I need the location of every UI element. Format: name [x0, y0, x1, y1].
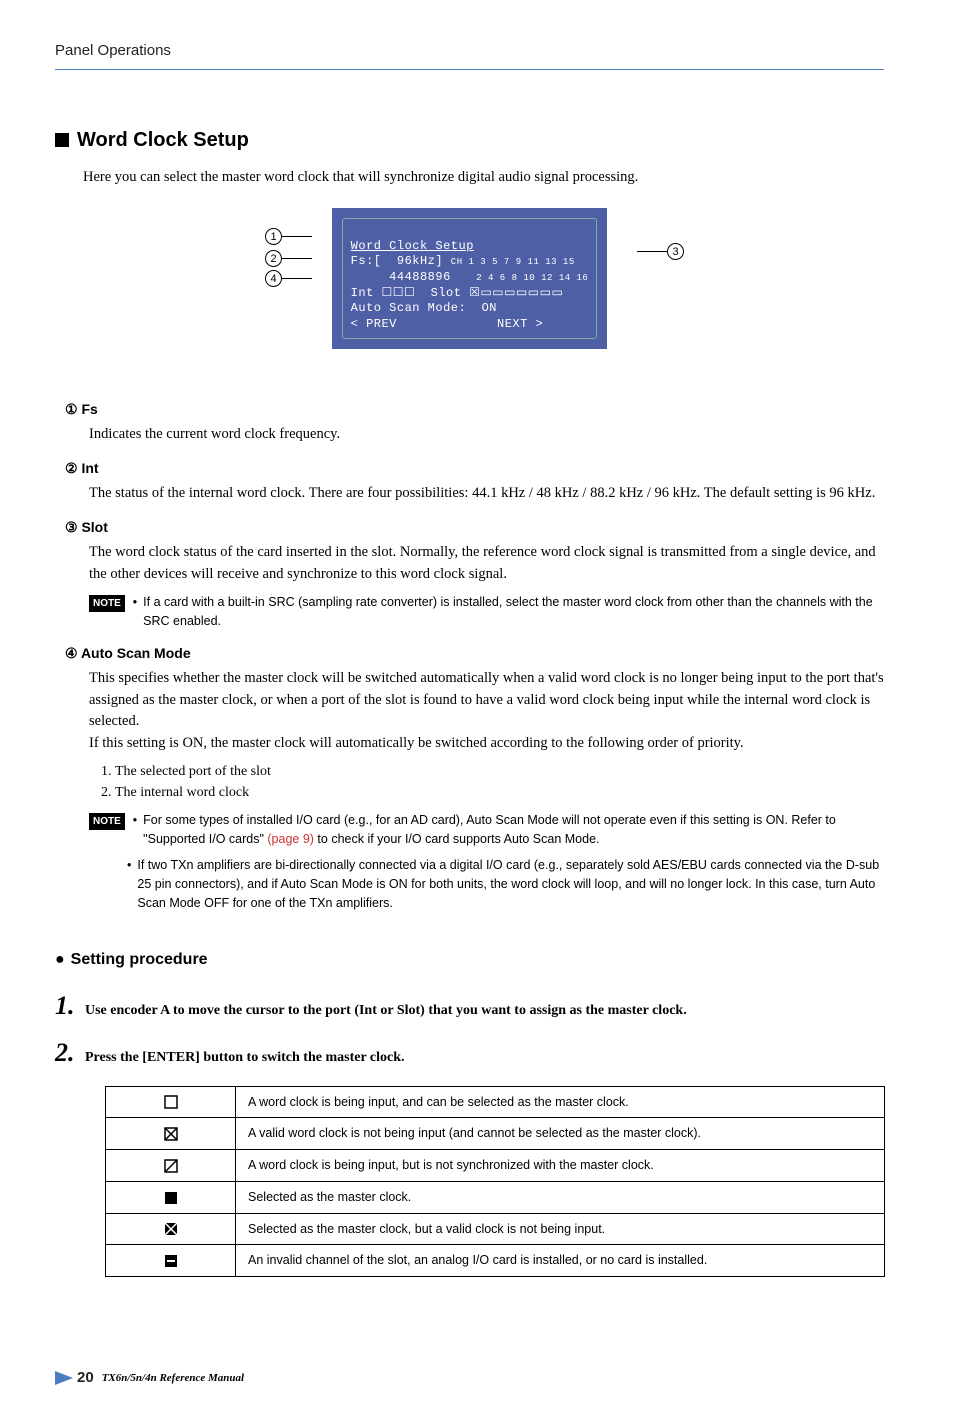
- lcd-ch-top: CH 1 3 5 7 9 11 13 15: [451, 257, 575, 267]
- callout-3-icon: 3: [667, 243, 684, 260]
- footer-marker-icon: [55, 1371, 73, 1385]
- table-row: Selected as the master clock, but a vali…: [106, 1213, 885, 1245]
- bullet-icon: •: [133, 593, 137, 612]
- lcd-title: Word Clock Setup: [351, 239, 474, 253]
- slot-body: The word clock status of the card insert…: [89, 542, 884, 586]
- table-row: Selected as the master clock.: [106, 1181, 885, 1213]
- legend-icon-fill-dash: [106, 1245, 236, 1277]
- step-1-text: Use encoder A to move the cursor to the …: [85, 1000, 687, 1021]
- procedure-heading: ● Setting procedure: [55, 948, 884, 972]
- box-diag-icon: [164, 1159, 178, 1173]
- asm-body2: If this setting is ON, the master clock …: [89, 733, 884, 755]
- slot-note-text: If a card with a built-in SRC (sampling …: [143, 593, 884, 631]
- page-9-link[interactable]: (page 9): [267, 832, 314, 846]
- step-2-text: Press the [ENTER] button to switch the m…: [85, 1047, 405, 1068]
- square-bullet-icon: [55, 133, 69, 147]
- note-tag-icon: NOTE: [89, 813, 125, 830]
- int-label: Int: [81, 460, 98, 476]
- bullet-icon: •: [127, 856, 131, 875]
- legend-icon-x: [106, 1118, 236, 1150]
- asm-note-a: NOTE • For some types of installed I/O c…: [89, 811, 884, 849]
- int-body: The status of the internal word clock. T…: [89, 483, 884, 505]
- footer-reference: TX6n/5n/4n Reference Manual: [102, 1370, 244, 1387]
- lcd-prev: < PREV: [351, 317, 397, 331]
- legend-icon-empty: [106, 1086, 236, 1118]
- legend-table: A word clock is being input, and can be …: [105, 1086, 885, 1278]
- box-fill-dash-icon: [164, 1254, 178, 1268]
- table-row: A word clock is being input, but is not …: [106, 1150, 885, 1182]
- section-heading: Word Clock Setup: [55, 125, 884, 155]
- legend-icon-diag: [106, 1150, 236, 1182]
- dot-icon: ●: [55, 951, 65, 968]
- step-2-number: 2.: [55, 1033, 85, 1072]
- page-header-title: Panel Operations: [55, 40, 884, 63]
- int-number: ②: [65, 460, 78, 476]
- item-slot: ③ Slot The word clock status of the card…: [65, 517, 884, 631]
- bullet-icon: •: [133, 811, 137, 830]
- legend-desc: Selected as the master clock, but a vali…: [236, 1213, 885, 1245]
- box-fill-x-icon: [164, 1222, 178, 1236]
- legend-desc: Selected as the master clock.: [236, 1181, 885, 1213]
- lcd-slot-row: Slot ☒▭▭▭▭▭▭▭: [431, 286, 564, 300]
- procedure-title: Setting procedure: [71, 951, 208, 968]
- legend-desc: A valid word clock is not being input (a…: [236, 1118, 885, 1150]
- item-auto-scan: ④ Auto Scan Mode This specifies whether …: [65, 643, 884, 913]
- footer-page-number: 20: [77, 1367, 94, 1390]
- callout-4-icon: 4: [265, 270, 282, 287]
- callout-2-icon: 2: [265, 250, 282, 267]
- item-int: ② Int The status of the internal word cl…: [65, 458, 884, 505]
- lcd-fs-row: Fs:[ 96kHz]: [351, 254, 443, 268]
- asm-label: Auto Scan Mode: [81, 645, 191, 661]
- fs-body: Indicates the current word clock frequen…: [89, 424, 884, 446]
- fs-number: ①: [65, 401, 78, 417]
- slot-label: Slot: [81, 519, 107, 535]
- step-2: 2. Press the [ENTER] button to switch th…: [55, 1033, 884, 1072]
- item-fs: ① Fs Indicates the current word clock fr…: [65, 399, 884, 446]
- box-x-icon: [164, 1127, 178, 1141]
- asm-ol2: The internal word clock: [115, 782, 884, 803]
- lcd-int-row: Int ☐☐☐: [351, 286, 416, 300]
- table-row: A valid word clock is not being input (a…: [106, 1118, 885, 1150]
- asm-ol1: The selected port of the slot: [115, 761, 884, 782]
- legend-desc: An invalid channel of the slot, an analo…: [236, 1245, 885, 1277]
- legend-desc: A word clock is being input, and can be …: [236, 1086, 885, 1118]
- asm-note-b: • If two TXn amplifiers are bi-direction…: [89, 856, 884, 912]
- page-footer: 20 TX6n/5n/4n Reference Manual: [55, 1367, 884, 1390]
- asm-body1: This specifies whether the master clock …: [89, 668, 884, 733]
- lcd-int-clocks: 44488896: [351, 270, 459, 284]
- legend-icon-fill-x: [106, 1213, 236, 1245]
- slot-note: NOTE • If a card with a built-in SRC (sa…: [89, 593, 884, 631]
- asm-note-a-post: to check if your I/O card supports Auto …: [314, 832, 600, 846]
- asm-priority-list: The selected port of the slot The intern…: [115, 761, 884, 803]
- header-divider: [55, 69, 884, 70]
- step-1: 1. Use encoder A to move the cursor to t…: [55, 986, 884, 1025]
- lcd-figure: 1 2 4 3 Word Clock Setup Fs:[ 96kHz] CH …: [55, 208, 884, 349]
- slot-number: ③: [65, 519, 78, 535]
- step-1-number: 1.: [55, 986, 85, 1025]
- legend-desc: A word clock is being input, but is not …: [236, 1150, 885, 1182]
- fs-label: Fs: [81, 401, 97, 417]
- box-empty-icon: [164, 1095, 178, 1109]
- asm-note-a-text: For some types of installed I/O card (e.…: [143, 811, 884, 849]
- table-row: A word clock is being input, and can be …: [106, 1086, 885, 1118]
- section-intro: Here you can select the master word cloc…: [83, 167, 884, 189]
- asm-number: ④: [65, 645, 78, 661]
- lcd-screen: Word Clock Setup Fs:[ 96kHz] CH 1 3 5 7 …: [332, 208, 608, 349]
- asm-note-b-text: If two TXn amplifiers are bi-directional…: [137, 856, 884, 912]
- lcd-next: NEXT >: [497, 317, 543, 331]
- lcd-auto-scan-row: Auto Scan Mode: ON: [351, 301, 505, 315]
- box-fill-icon: [164, 1191, 178, 1205]
- legend-icon-fill: [106, 1181, 236, 1213]
- note-tag-icon: NOTE: [89, 595, 125, 612]
- callout-1-icon: 1: [265, 228, 282, 245]
- lcd-ch-bot: 2 4 6 8 10 12 14 16: [459, 273, 589, 283]
- section-title-text: Word Clock Setup: [77, 129, 249, 151]
- table-row: An invalid channel of the slot, an analo…: [106, 1245, 885, 1277]
